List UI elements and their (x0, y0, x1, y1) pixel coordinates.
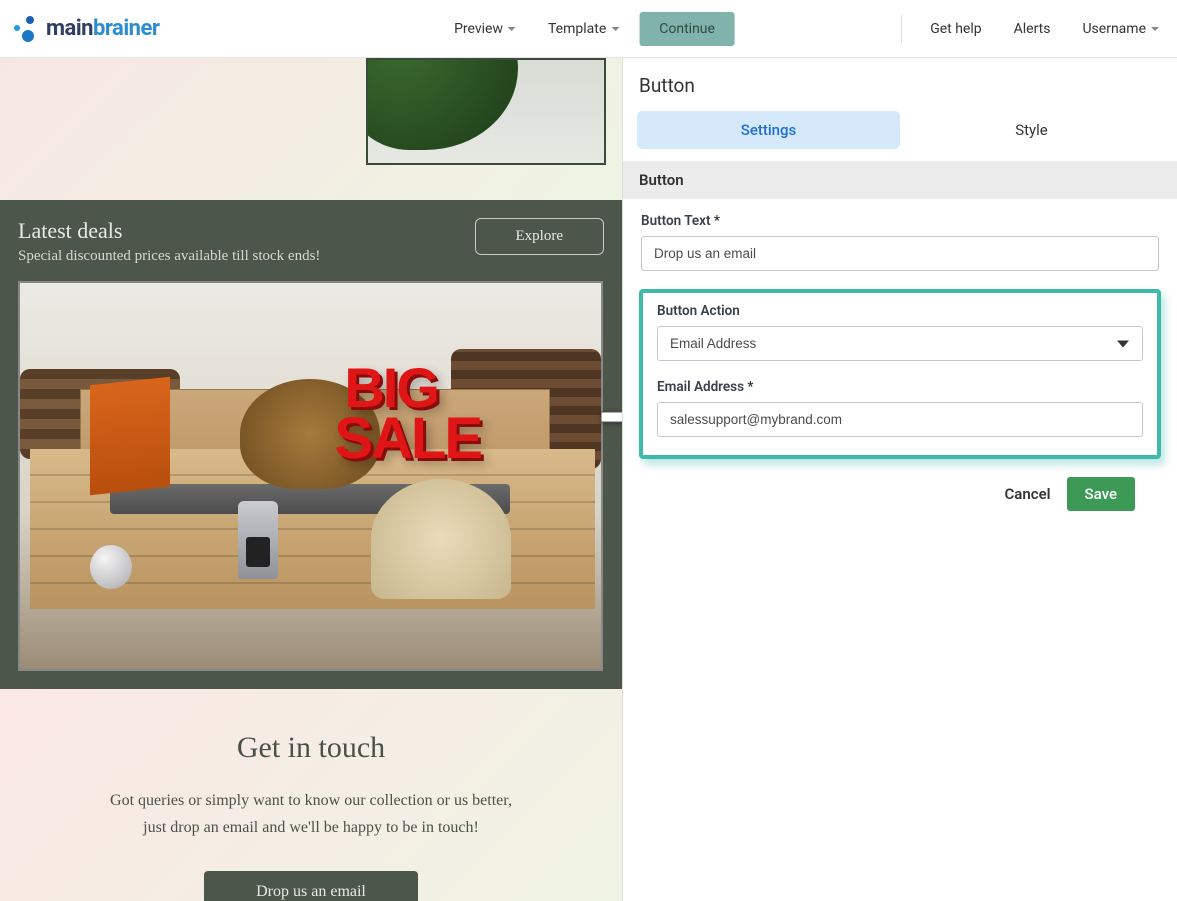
nav-username-label: Username (1082, 21, 1146, 37)
nav-alerts-label: Alerts (1014, 21, 1051, 37)
email-canvas[interactable]: Latest deals Special discounted prices a… (0, 58, 622, 901)
button-text-input[interactable] (641, 236, 1159, 271)
tab-style[interactable]: Style (900, 111, 1163, 149)
button-action-label: Button Action (657, 303, 1143, 319)
deals-title: Latest deals (18, 218, 320, 244)
chevron-down-icon (611, 27, 619, 31)
highlighted-group: Button Action Email Address * (639, 289, 1161, 459)
nav-alerts[interactable]: Alerts (1010, 13, 1055, 45)
email-address-label: Email Address * (657, 379, 1143, 395)
save-button[interactable]: Save (1067, 477, 1135, 511)
section-header: Button (623, 161, 1177, 199)
deals-block[interactable]: Latest deals Special discounted prices a… (0, 200, 622, 689)
nav-get-help[interactable]: Get help (926, 13, 985, 45)
tab-settings[interactable]: Settings (637, 111, 900, 149)
button-text-label: Button Text * (641, 213, 1159, 229)
drop-email-label: Drop us an email (256, 883, 366, 900)
logo-mark-icon (10, 15, 40, 43)
tab-style-label: Style (1015, 121, 1048, 139)
hero-image[interactable] (366, 58, 606, 165)
nav-right: Get help Alerts Username (867, 13, 1163, 45)
nav-template[interactable]: Template (536, 13, 631, 45)
selection-arrow-icon (600, 395, 622, 439)
field-button-action: Button Action (657, 303, 1143, 361)
nav-template-label: Template (548, 21, 606, 37)
get-in-touch-title: Get in touch (30, 731, 592, 765)
field-email-address: Email Address * (657, 379, 1143, 437)
nav-preview-label: Preview (454, 21, 503, 37)
nav-center: Preview Template Continue (442, 12, 735, 46)
continue-label: Continue (659, 21, 715, 37)
chevron-down-icon (1117, 340, 1129, 347)
explore-button[interactable]: Explore (475, 218, 604, 255)
chevron-down-icon (1151, 27, 1159, 31)
button-action-select[interactable] (657, 326, 1143, 361)
panel-title: Button (623, 58, 1177, 111)
explore-label: Explore (516, 228, 563, 244)
get-in-touch-body: Got queries or simply want to know our c… (30, 787, 592, 841)
panel-tabs: Settings Style (623, 111, 1177, 149)
get-in-touch-block[interactable]: Get in touch Got queries or simply want … (0, 689, 622, 901)
brand-logo[interactable]: mainbrainer (10, 15, 159, 43)
cancel-button[interactable]: Cancel (1005, 485, 1051, 503)
email-address-input[interactable] (657, 402, 1143, 437)
chevron-down-icon (508, 27, 516, 31)
top-navbar: mainbrainer Preview Template Continue Ge… (0, 0, 1177, 58)
tab-settings-label: Settings (741, 121, 797, 139)
brand-name: mainbrainer (46, 16, 159, 41)
drop-email-button[interactable]: Drop us an email (204, 871, 418, 901)
big-sale-overlay: BIG SALE (344, 363, 481, 466)
nav-preview[interactable]: Preview (442, 13, 528, 45)
nav-get-help-label: Get help (930, 21, 981, 37)
nav-divider (901, 15, 902, 43)
hero-block[interactable] (0, 58, 622, 200)
deals-image[interactable]: BIG SALE (18, 281, 603, 671)
nav-username[interactable]: Username (1078, 13, 1163, 45)
field-button-text: Button Text * (641, 213, 1159, 271)
continue-button[interactable]: Continue (639, 12, 735, 46)
panel-actions: Cancel Save (641, 473, 1159, 511)
properties-panel: Button Settings Style Button Button Text… (622, 58, 1177, 901)
deals-subtitle: Special discounted prices available till… (18, 248, 320, 265)
